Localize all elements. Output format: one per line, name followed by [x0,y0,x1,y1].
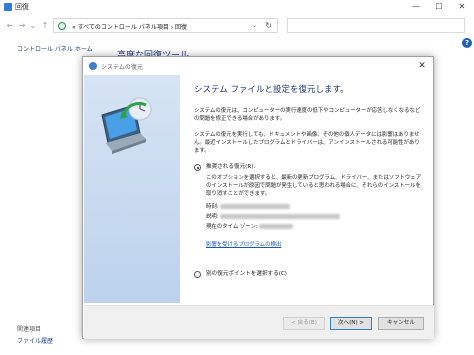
address-bar[interactable]: « すべてのコントロール パネル項目 › 回復 ⌄ ↻ [53,18,278,33]
system-restore-icon [89,62,97,70]
recovery-app-icon [4,3,12,11]
choose-other-point-label: 別の復元ポイントを選択する(C) [206,271,287,277]
close-button[interactable]: ✕ [451,0,473,14]
minimize-button[interactable]: — [405,0,427,14]
next-button[interactable]: 次へ(N) > [330,317,372,330]
restore-time-row: 時刻: 説明: 現在のタイム ゾーン: [206,202,422,232]
dialog-body: システム ファイルと設定を復元します。 システムの復元は、コンピューターの実行速… [194,83,422,279]
window-title: 回復 [15,3,29,11]
dialog-footer: < 戻る(B) 次へ(N) > キャンセル [84,305,434,339]
recommended-restore-label: 推奨される復元(R): [206,164,256,170]
control-panel-icon [58,22,66,30]
cancel-button[interactable]: キャンセル [378,317,424,330]
refresh-icon[interactable]: ↻ [265,21,272,30]
scan-affected-programs-link[interactable]: 影響を受けるプログラムの検出 [206,240,422,248]
dialog-side-panel [84,75,180,303]
search-input[interactable] [287,18,465,33]
control-panel-home-link[interactable]: コントロール パネル ホーム [17,44,93,53]
up-arrow-icon[interactable]: ↑ [39,20,51,32]
redacted-description-value [220,214,341,219]
dialog-heading: システム ファイルと設定を復元します。 [194,85,349,95]
chevron-down-icon[interactable]: ⌄ [252,22,257,29]
file-history-link[interactable]: ファイル履歴 [17,336,53,345]
see-also-heading: 関連項目 [17,326,42,333]
dialog-title: システムの復元 [101,64,143,71]
recent-locations-icon[interactable]: ⌄ [27,20,39,32]
data-safety-paragraph: システムの復元を実行しても、ドキュメントや画像、その他の個人データには影響はあり… [194,132,420,154]
system-restore-dialog: システムの復元 ✕ システム ファイルと設定を復元します。 システムの復元は、コ… [82,56,434,339]
restore-time-label: 時刻: [206,204,219,210]
choose-other-point-radio[interactable] [194,271,201,278]
choose-other-point-option[interactable]: 別の復元ポイントを選択する(C) [194,270,422,279]
redacted-time-value [220,204,291,209]
restore-description-label: 説明: [206,214,219,220]
computer-restore-icon [101,97,152,154]
help-icon[interactable]: ? [462,38,472,48]
redacted-timezone-value [259,224,294,229]
window-titlebar: 回復 — ☐ ✕ [0,0,474,14]
back-button[interactable]: < 戻る(B) [283,317,325,330]
maximize-button[interactable]: ☐ [428,0,450,14]
dialog-close-button[interactable]: ✕ [415,59,429,73]
timezone-label: 現在のタイム ゾーン: [206,224,258,230]
control-panel-window: 回復 — ☐ ✕ ← → ⌄ ↑ « すべてのコントロール パネル項目 › 回復… [0,0,474,355]
back-arrow-icon[interactable]: ← [4,20,16,32]
recommended-restore-radio[interactable] [194,164,201,171]
recommended-restore-description: このオプションを選択すると、最新の更新プログラム、ドライバー、またはソフトウェア… [206,175,422,197]
recommended-restore-option[interactable]: 推奨される復元(R): [194,163,422,172]
breadcrumb[interactable]: « すべてのコントロール パネル項目 › 回復 [72,22,187,31]
dialog-titlebar: システムの復元 ✕ [83,57,433,75]
intro-paragraph: システムの復元は、コンピューターの実行速度の低下やコンピューターが応答しなくなる… [194,108,421,122]
